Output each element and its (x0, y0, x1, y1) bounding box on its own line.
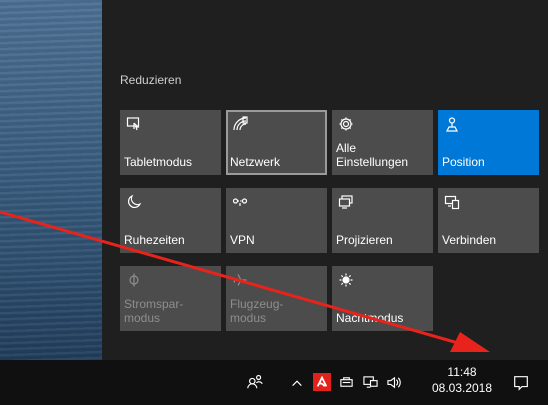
tile-label: VPN (230, 233, 255, 247)
tile-label: Nachtmodus (336, 311, 404, 325)
volume-icon[interactable] (385, 374, 403, 390)
tile-verbinden[interactable]: Verbinden (438, 188, 539, 253)
tile-netzwerk[interactable]: Netzwerk (226, 110, 327, 175)
notification-icon[interactable] (510, 372, 532, 394)
tile-stromsparmodus[interactable]: Stromspar- modus (120, 266, 221, 331)
tile-tabletmodus[interactable]: Tabletmodus (120, 110, 221, 175)
clock-date: 08.03.2018 (431, 381, 493, 395)
tile-label: Projizieren (336, 233, 393, 247)
connect-icon (443, 193, 461, 211)
tile-label: Alle Einstellungen (336, 141, 409, 169)
tile-projizieren[interactable]: Projizieren (332, 188, 433, 253)
tile-vpn[interactable]: VPN (226, 188, 327, 253)
battery-icon[interactable] (337, 374, 355, 390)
tile-nachtmodus[interactable]: Nachtmodus (332, 266, 433, 331)
chevron-up-icon[interactable] (289, 375, 305, 391)
moon-icon (125, 193, 143, 211)
network-status-icon[interactable] (361, 374, 379, 390)
tablet-mode-icon (125, 115, 143, 133)
tile-alle-einstellungen[interactable]: Alle Einstellungen (332, 110, 433, 175)
people-icon[interactable] (244, 371, 266, 393)
antivirus-icon[interactable] (313, 373, 331, 391)
tile-label: Position (442, 155, 485, 169)
tile-position[interactable]: Position (438, 110, 539, 175)
tile-label: Verbinden (442, 233, 497, 247)
project-icon (337, 193, 355, 211)
tile-label: Flugzeug- modus (230, 297, 284, 325)
collapse-link[interactable]: Reduzieren (120, 73, 181, 87)
clock-time: 11:48 (447, 365, 477, 379)
tile-flugzeugmodus[interactable]: Flugzeug- modus (226, 266, 327, 331)
location-icon (443, 115, 461, 133)
vpn-icon (231, 193, 249, 211)
night-light-icon (337, 271, 355, 289)
tile-label: Ruhezeiten (124, 233, 185, 247)
desktop-wallpaper (0, 0, 102, 360)
tile-label: Stromspar- modus (124, 297, 184, 325)
network-icon (231, 115, 249, 133)
tile-ruhezeiten[interactable]: Ruhezeiten (120, 188, 221, 253)
tile-label: Netzwerk (230, 155, 281, 169)
airplane-icon (231, 271, 249, 289)
settings-gear-icon (337, 115, 355, 133)
tile-label: Tabletmodus (124, 155, 193, 169)
battery-saver-icon (125, 271, 143, 289)
taskbar-clock[interactable]: 11:48 08.03.2018 (426, 364, 498, 396)
